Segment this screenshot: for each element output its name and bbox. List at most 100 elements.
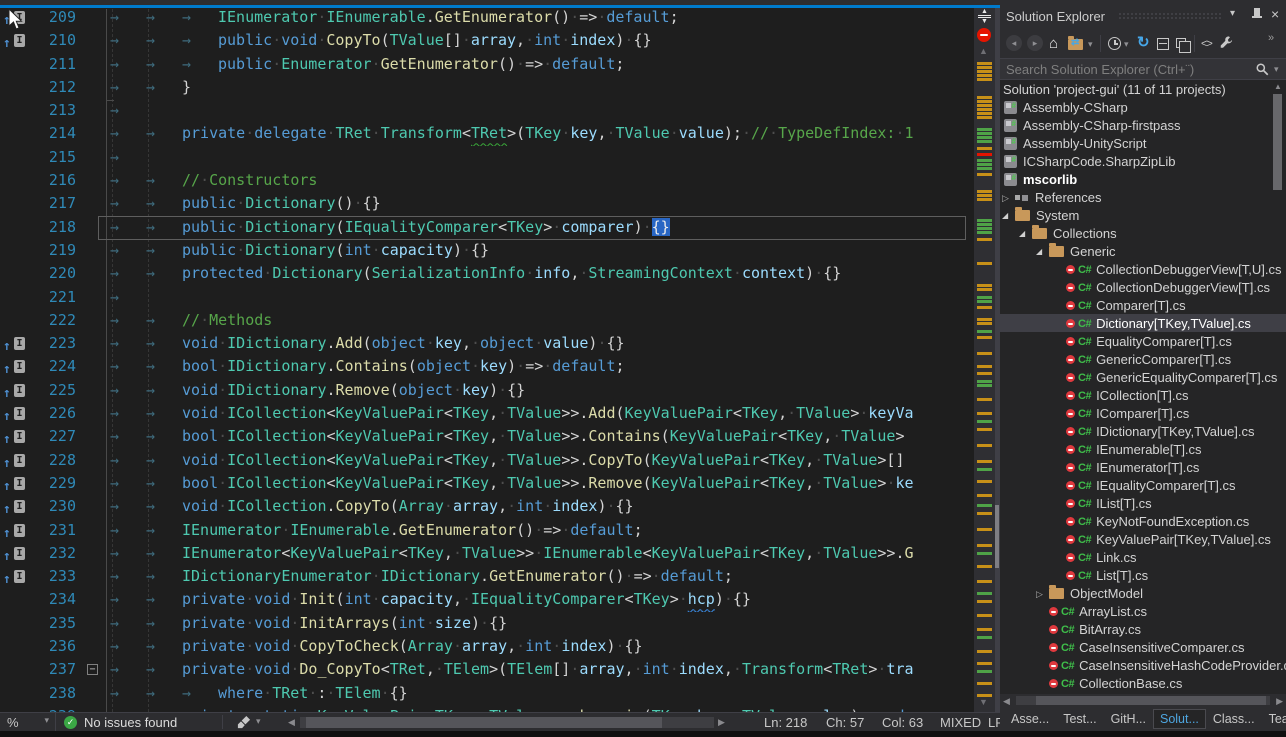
properties-wrench-button[interactable] (1219, 35, 1233, 53)
chevron-down-icon[interactable]: ▾ (256, 716, 261, 727)
tree-item[interactable]: Assembly-UnityScript (1000, 134, 1286, 152)
chevron-down-icon[interactable]: ▾ (1088, 39, 1093, 57)
code-line[interactable]: 218→→public·Dictionary(IEqualityComparer… (0, 216, 974, 239)
tree-item-file[interactable]: C#IList[T].cs (1000, 494, 1286, 512)
tool-window-tab-active[interactable]: Solut... (1153, 709, 1206, 729)
tree-item-file[interactable]: C#CaseInsensitiveComparer.cs (1000, 638, 1286, 656)
code-line[interactable]: ↑I224→→bool·IDictionary.Contains(object·… (0, 355, 974, 378)
tree-item-folder[interactable]: ◢Generic (1000, 242, 1286, 260)
tree-vertical-scrollbar[interactable]: ▲ (1272, 82, 1284, 692)
tree-item-file[interactable]: C#CollectionDebuggerView[T].cs (1000, 278, 1286, 296)
code-line[interactable]: 212→→} (0, 76, 974, 99)
tree-item-file[interactable]: C#CaseInsensitiveHashCodeProvider.cs (1000, 656, 1286, 674)
code-line[interactable]: 215→ (0, 146, 974, 169)
chevron-down-icon[interactable]: ▾ (1274, 64, 1279, 75)
show-all-files-button[interactable] (1176, 35, 1186, 53)
pin-icon[interactable] (1251, 8, 1263, 22)
document-health-error-icon[interactable] (977, 28, 991, 42)
tree-hscrollbar-thumb[interactable] (1036, 696, 1266, 705)
toolbar-overflow-icon[interactable]: » (1268, 32, 1274, 44)
code-line[interactable]: ↑I223→→void·IDictionary.Add(object·key,·… (0, 332, 974, 355)
tree-item-folder[interactable]: ▷References (1000, 188, 1286, 206)
tree-item-file[interactable]: C#KeyValuePair[TKey,TValue].cs (1000, 530, 1286, 548)
tree-item-folder[interactable]: ◢Collections (1000, 224, 1286, 242)
tree-scrollbar-thumb[interactable] (1273, 94, 1282, 190)
tool-window-tab[interactable]: Test... (1056, 709, 1103, 729)
tool-window-tab[interactable]: Asse... (1004, 709, 1056, 729)
tree-item-file[interactable]: C#Comparer[T].cs (1000, 296, 1286, 314)
scroll-up-icon[interactable]: ▲ (979, 46, 988, 56)
code-line[interactable]: 239→→private·static·KeyValuePair<TKey,·T… (0, 705, 974, 712)
tool-window-tab[interactable]: Class... (1206, 709, 1262, 729)
forward-button[interactable]: ▸ (1027, 35, 1043, 51)
horizontal-scrollbar-thumb[interactable] (306, 717, 662, 728)
tree-item-folder[interactable]: ▷ObjectModel (1000, 584, 1286, 602)
code-line[interactable]: 211→→→public·Enumerator·GetEnumerator()·… (0, 53, 974, 76)
tree-item-file[interactable]: C#List[T].cs (1000, 566, 1286, 584)
collapse-all-button[interactable] (1157, 35, 1169, 53)
tree-item[interactable]: Assembly-CSharp (1000, 98, 1286, 116)
tree-item-file[interactable]: C#IEnumerator[T].cs (1000, 458, 1286, 476)
fold-collapse-icon[interactable]: − (87, 664, 98, 675)
collapse-arrow-icon[interactable]: ◢ (1002, 207, 1015, 225)
expand-arrow-icon[interactable]: ▷ (1002, 189, 1015, 207)
code-cleanup-broom-icon[interactable] (236, 715, 252, 730)
code-line[interactable]: 222→→//·Methods (0, 309, 974, 332)
scroll-down-icon[interactable]: ▼ (979, 697, 988, 707)
code-line[interactable]: 237−→→private·void·Do_CopyTo<TRet,·TElem… (0, 658, 974, 681)
code-line[interactable]: ↑I229→→bool·ICollection<KeyValuePair<TKe… (0, 472, 974, 495)
code-line[interactable]: ↑I225→→void·IDictionary.Remove(object·ke… (0, 379, 974, 402)
code-line[interactable]: 217→→public·Dictionary()·{} (0, 192, 974, 215)
tree-item-file[interactable]: C#GenericEqualityComparer[T].cs (1000, 368, 1286, 386)
search-box[interactable]: Search Solution Explorer (Ctrl+¨) ▾ (1000, 58, 1286, 80)
code-line[interactable]: 221→ (0, 286, 974, 309)
tree-item-file[interactable]: C#BitArray.cs (1000, 620, 1286, 638)
split-editor-grip-icon[interactable]: ▲▼ (975, 9, 994, 27)
code-line[interactable]: ↑I228→→void·ICollection<KeyValuePair<TKe… (0, 449, 974, 472)
tree-item[interactable]: ICSharpCode.SharpZipLib (1000, 152, 1286, 170)
code-line[interactable]: ↑I227→→bool·ICollection<KeyValuePair<TKe… (0, 425, 974, 448)
code-line[interactable]: ↑I231→→IEnumerator·IEnumerable.GetEnumer… (0, 519, 974, 542)
code-line[interactable]: 235→→private·void·InitArrays(int·size)·{… (0, 612, 974, 635)
tree-item-file[interactable]: C#ArrayList.cs (1000, 602, 1286, 620)
solution-explorer-header[interactable]: Solution Explorer ▾ × (1000, 0, 1286, 30)
home-button[interactable]: ⌂ (1049, 35, 1058, 53)
scroll-right-icon[interactable]: ▶ (1276, 696, 1283, 707)
issues-status[interactable]: No issues found (84, 715, 177, 730)
tree-item[interactable]: Solution 'project-gui' (11 of 11 project… (1000, 80, 1286, 98)
close-icon[interactable]: × (1271, 6, 1279, 22)
code-line[interactable]: ↑I232→→IEnumerator<KeyValuePair<TKey,·TV… (0, 542, 974, 565)
code-line[interactable]: ↑I210→→→public·void·CopyTo(TValue[]·arra… (0, 29, 974, 52)
scroll-right-icon[interactable]: ▶ (718, 717, 725, 728)
switch-views-button[interactable]: ⇄ (1068, 35, 1084, 53)
window-position-chevron-icon[interactable]: ▾ (1230, 8, 1235, 19)
code-line[interactable]: ↑I230→→void·ICollection.CopyTo(Array·arr… (0, 495, 974, 518)
pending-changes-filter-button[interactable] (1108, 35, 1121, 53)
tree-item-file[interactable]: C#EqualityComparer[T].cs (1000, 332, 1286, 350)
scroll-left-icon[interactable]: ◀ (288, 717, 295, 728)
status-encoding[interactable]: MIXED (940, 715, 981, 730)
scroll-up-icon[interactable]: ▲ (1274, 82, 1282, 91)
horizontal-scrollbar[interactable] (300, 717, 714, 728)
search-icon[interactable] (1255, 62, 1270, 77)
tool-window-tab[interactable]: Tea... (1262, 709, 1286, 729)
tree-item-file[interactable]: C#IDictionary[TKey,TValue].cs (1000, 422, 1286, 440)
code-line[interactable]: ↑I209→→→IEnumerator·IEnumerable.GetEnume… (0, 6, 974, 29)
code-line[interactable]: 216→→//·Constructors (0, 169, 974, 192)
tree-item-folder[interactable]: ◢System (1000, 206, 1286, 224)
tree-item-file[interactable]: C#CollectionDebuggerView[T,U].cs (1000, 260, 1286, 278)
code-line[interactable]: 234→→private·void·Init(int·capacity,·IEq… (0, 588, 974, 611)
tree-item-file[interactable]: C#ICollection[T].cs (1000, 386, 1286, 404)
chevron-down-icon[interactable]: ▾ (1124, 39, 1129, 57)
code-line[interactable]: 236→→private·void·CopyToCheck(Array·arra… (0, 635, 974, 658)
tree-item-file[interactable]: C#IEqualityComparer[T].cs (1000, 476, 1286, 494)
collapse-arrow-icon[interactable]: ◢ (1019, 225, 1032, 243)
code-line[interactable]: ↑I226→→void·ICollection<KeyValuePair<TKe… (0, 402, 974, 425)
tree-item[interactable]: mscorlib (1000, 170, 1286, 188)
scrollbar-thumb[interactable] (995, 505, 999, 568)
tree-item-file[interactable]: C#IEnumerable[T].cs (1000, 440, 1286, 458)
refresh-button[interactable]: ↻ (1137, 35, 1150, 53)
view-code-button[interactable]: <> (1201, 35, 1212, 53)
code-line[interactable]: ↑I233→→IDictionaryEnumerator·IDictionary… (0, 565, 974, 588)
tree-item-file[interactable]: C#GenericComparer[T].cs (1000, 350, 1286, 368)
